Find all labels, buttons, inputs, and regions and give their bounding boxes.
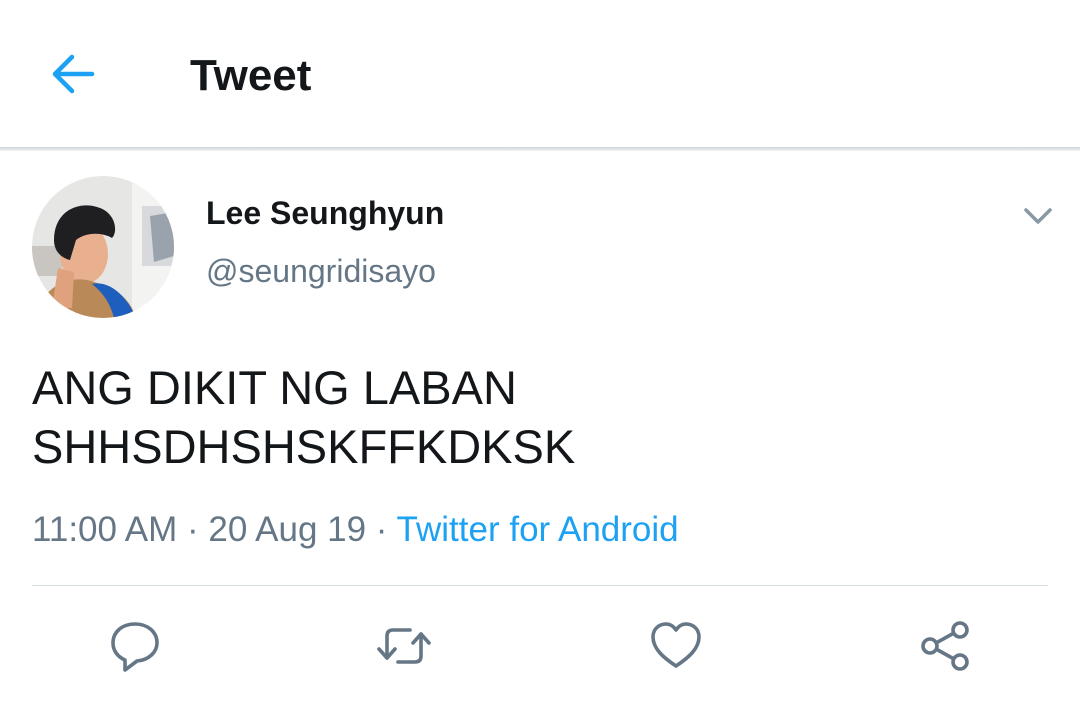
- author-display-name[interactable]: Lee Seunghyun: [206, 193, 444, 233]
- tweet-date: 20 Aug 19: [208, 510, 367, 549]
- reply-button[interactable]: [107, 618, 163, 674]
- retweet-icon: [377, 628, 431, 664]
- top-app-bar: Tweet: [0, 0, 1080, 147]
- retweet-button[interactable]: [376, 618, 432, 674]
- page-title: Tweet: [190, 51, 312, 100]
- tweet-time: 11:00 AM: [32, 510, 178, 549]
- tweet-text: ANG DIKIT NG LABAN SHHSDHSHSKFFKDKSK: [32, 358, 1042, 476]
- author-handle[interactable]: @seungridisayo: [206, 251, 436, 291]
- tweet-text-line: SHHSDHSHSKFFKDKSK: [32, 420, 576, 473]
- like-button[interactable]: [648, 618, 704, 674]
- header-divider: [0, 147, 1080, 151]
- back-button[interactable]: [48, 50, 100, 98]
- like-icon: [651, 622, 701, 668]
- chevron-down-icon: [1024, 208, 1052, 224]
- tweet-meta: 11:00 AM · 20 Aug 19 · Twitter for Andro…: [32, 508, 679, 552]
- share-icon: [921, 621, 969, 671]
- meta-separator: ·: [187, 510, 199, 549]
- tweet-options-button[interactable]: [1018, 198, 1058, 234]
- tweet-source-link[interactable]: Twitter for Android: [397, 510, 679, 549]
- avatar[interactable]: [32, 176, 174, 318]
- share-button[interactable]: [918, 618, 974, 674]
- tweet-text-line: ANG DIKIT NG LABAN: [32, 361, 517, 414]
- arrow-left-icon: [52, 54, 95, 94]
- profile-photo: [32, 176, 174, 318]
- meta-separator: ·: [375, 510, 388, 549]
- reply-icon: [111, 622, 159, 672]
- actions-divider: [32, 585, 1048, 586]
